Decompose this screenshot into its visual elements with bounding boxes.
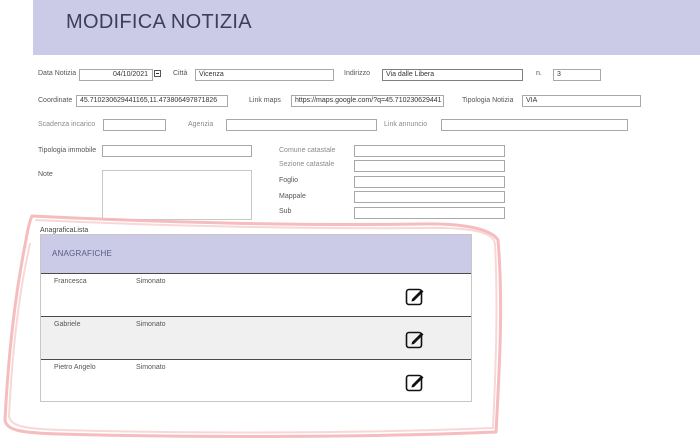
coordinate-label: Coordinate: [38, 97, 73, 104]
edit-pencil-icon[interactable]: [404, 328, 426, 350]
sezione-catastale-field[interactable]: [354, 160, 505, 172]
agenzia-field[interactable]: [226, 119, 377, 131]
list-item[interactable]: Gabriele Simonato: [41, 316, 471, 359]
indirizzo-field[interactable]: Via dalle Libera: [382, 69, 523, 81]
note-textarea[interactable]: [102, 170, 252, 220]
note-label: Note: [38, 171, 53, 178]
agenzia-label: Agenzia: [188, 121, 214, 128]
anagrafiche-list[interactable]: ANAGRAFICHE Francesca Simonato Gabriele …: [40, 234, 472, 402]
anagrafica-lista-label: AnagraficaLista: [40, 227, 89, 234]
edit-pencil-icon[interactable]: [404, 371, 426, 393]
numero-field[interactable]: 3: [553, 69, 601, 81]
page-header: MODIFICA NOTIZIA: [33, 0, 700, 55]
link-annuncio-label: Link annuncio: [384, 121, 428, 128]
list-item[interactable]: Pietro Angelo Simonato: [41, 359, 471, 401]
first-name: Francesca: [54, 278, 87, 285]
numero-label: n.: [536, 70, 542, 77]
first-name: Gabriele: [54, 321, 81, 328]
last-name: Simonato: [136, 364, 166, 371]
citta-label: Città: [173, 70, 188, 77]
anagrafiche-header: ANAGRAFICHE: [41, 235, 471, 273]
tipologia-immobile-field[interactable]: [102, 145, 252, 157]
scadenza-incarico-label: Scadenza incarico: [38, 121, 96, 128]
scadenza-incarico-field[interactable]: [103, 119, 166, 131]
citta-field[interactable]: Vicenza: [195, 69, 334, 81]
tipologia-immobile-label: Tipologia immobile: [38, 147, 97, 154]
edit-pencil-icon[interactable]: [404, 285, 426, 307]
tipologia-notizia-label: Tipologia Notizia: [462, 97, 514, 104]
comune-catastale-label: Comune catastale: [279, 147, 336, 154]
foglio-label: Foglio: [279, 177, 299, 184]
coordinate-field[interactable]: 45.710230629441165,11.473806497871826: [76, 95, 228, 107]
link-annuncio-field[interactable]: [441, 119, 628, 131]
anagrafiche-header-title: ANAGRAFICHE: [52, 249, 112, 258]
page-title: MODIFICA NOTIZIA: [66, 11, 252, 33]
comune-catastale-field[interactable]: [354, 145, 505, 157]
indirizzo-label: Indirizzo: [344, 70, 371, 77]
sub-label: Sub: [279, 208, 292, 215]
last-name: Simonato: [136, 278, 166, 285]
tipologia-notizia-field[interactable]: VIA: [522, 95, 641, 107]
data-notizia-label: Data Notizia: [38, 70, 77, 77]
link-maps-label: Link maps: [249, 97, 281, 104]
foglio-field[interactable]: [354, 176, 505, 188]
calendar-picker-icon[interactable]: [154, 70, 161, 77]
list-item[interactable]: Francesca Simonato: [41, 273, 471, 316]
first-name: Pietro Angelo: [54, 364, 96, 371]
sezione-catastale-label: Sezione catastale: [279, 161, 335, 168]
link-maps-field[interactable]: https://maps.google.com/?q=45.7102306294…: [291, 95, 444, 107]
sub-field[interactable]: [354, 207, 505, 219]
data-notizia-field[interactable]: 04/10/2021: [79, 69, 153, 81]
mappale-field[interactable]: [354, 191, 505, 203]
last-name: Simonato: [136, 321, 166, 328]
mappale-label: Mappale: [279, 193, 306, 200]
